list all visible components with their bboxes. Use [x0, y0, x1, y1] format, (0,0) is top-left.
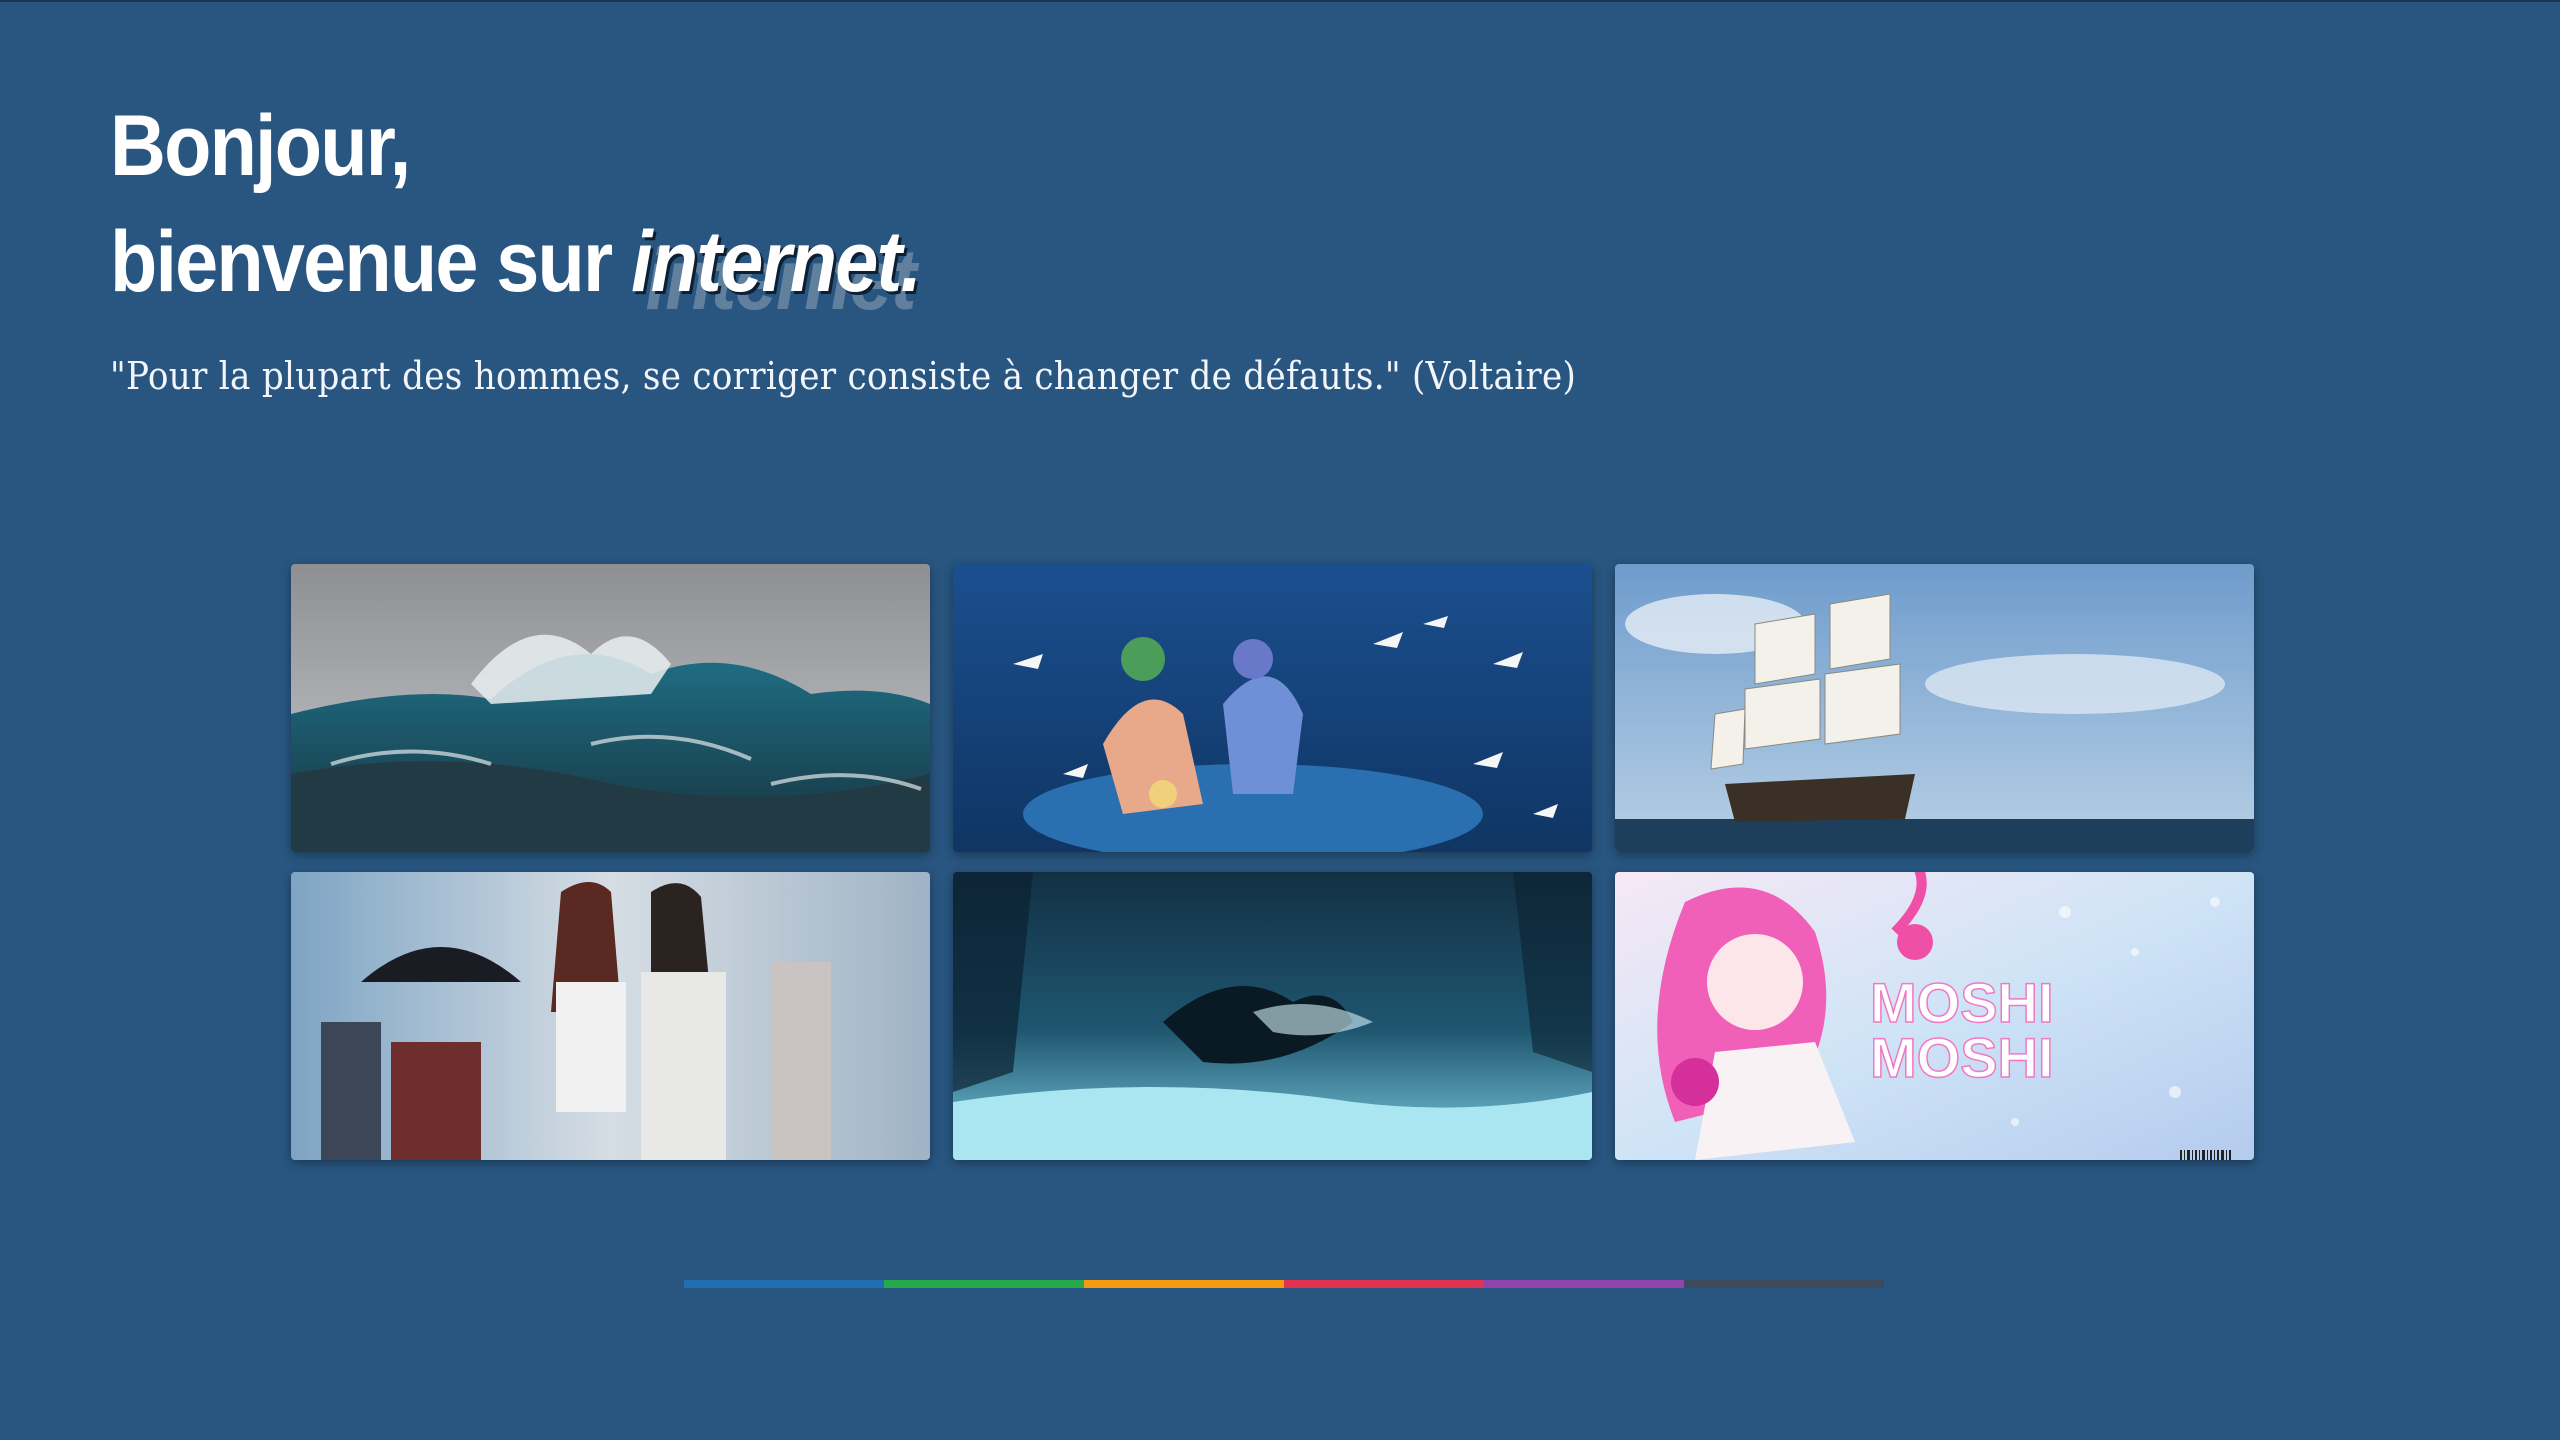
greeting-line-2: bienvenue sur internet internet.	[110, 204, 923, 328]
moshi-moshi-image: MOSHI MOSHI	[1615, 872, 2254, 1160]
accent-word-text: internet	[631, 214, 902, 310]
anime-group-umbrella-image	[291, 872, 930, 1160]
color-bar-segment	[1284, 1280, 1484, 1288]
moshi-text-2: MOSHI	[1870, 1026, 2054, 1089]
anime-girls-fishing-image	[953, 564, 1592, 852]
color-bar-segment	[1684, 1280, 1884, 1288]
color-bar-segment	[884, 1280, 1084, 1288]
anime-group-umbrella-tile[interactable]	[291, 872, 930, 1160]
greeting-prefix: bienvenue sur	[110, 214, 632, 310]
greeting-heading: Bonjour, bienvenue sur internet internet.	[110, 88, 923, 328]
color-bar	[684, 1280, 1884, 1288]
dark-wave-painting-image	[953, 872, 1592, 1160]
color-bar-segment	[684, 1280, 884, 1288]
color-bar-segment	[1484, 1280, 1684, 1288]
color-bar-segment	[1084, 1280, 1284, 1288]
sailing-ship-image	[1615, 564, 2254, 852]
greeting-line-1: Bonjour,	[110, 98, 411, 194]
quote-text: "Pour la plupart des hommes, se corriger…	[110, 354, 1577, 398]
stormy-sea-tile[interactable]	[291, 564, 930, 852]
sailing-ship-tile[interactable]	[1615, 564, 2254, 852]
top-rule	[0, 0, 2560, 2]
stormy-sea-image	[291, 564, 930, 852]
dark-wave-painting-tile[interactable]	[953, 872, 1592, 1160]
moshi-moshi-tile[interactable]: MOSHI MOSHI	[1615, 872, 2254, 1160]
accent-dot: .	[900, 214, 923, 310]
accent-word: internet internet.	[631, 204, 923, 328]
moshi-text-1: MOSHI	[1870, 971, 2054, 1034]
image-gallery: MOSHI MOSHI	[291, 564, 2254, 1160]
anime-girls-fishing-tile[interactable]	[953, 564, 1592, 852]
